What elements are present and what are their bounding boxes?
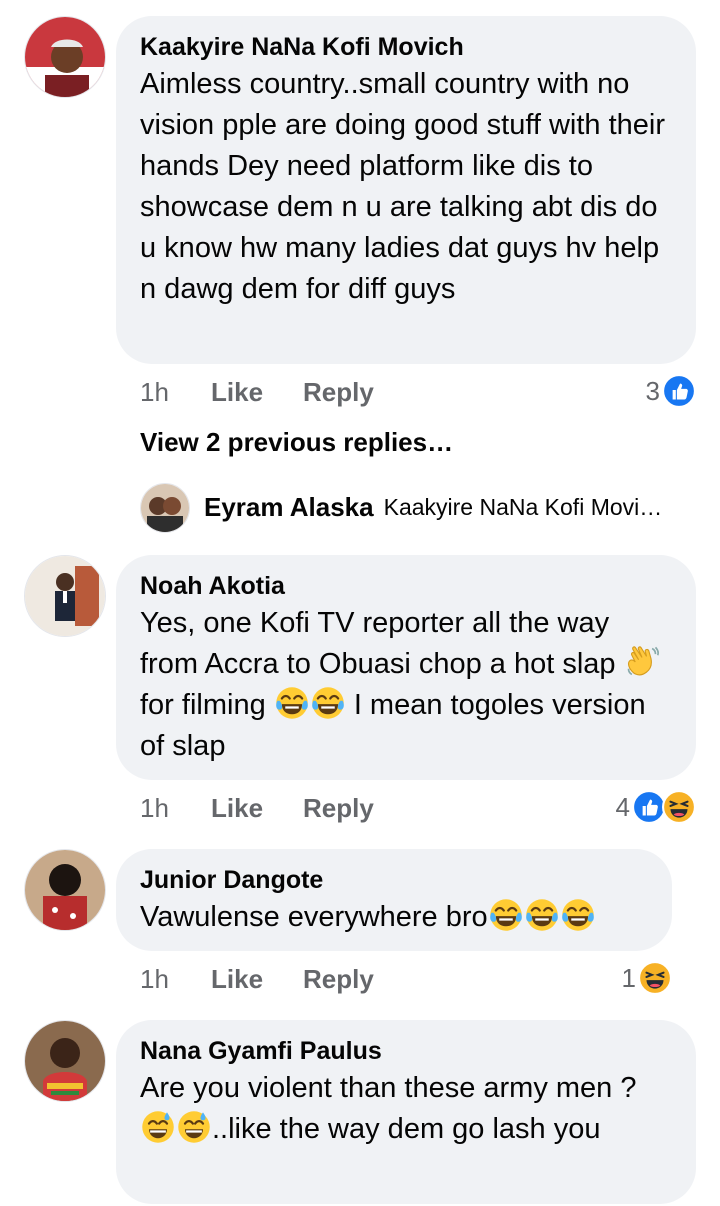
like-button[interactable]: Like — [211, 959, 263, 999]
comment-author[interactable]: Kaakyire NaNa Kofi Movich — [140, 30, 672, 64]
comment-bubble[interactable]: Junior Dangote Vawulense everywhere bro — [116, 849, 672, 951]
comment-time[interactable]: 1h — [140, 788, 169, 828]
haha-icon — [638, 961, 672, 995]
view-previous-replies-link[interactable]: View 2 previous replies… — [140, 422, 453, 462]
comment-text: Yes, one Kofi TV reporter all the way fr… — [140, 603, 672, 767]
comment-text-part: Vawulense everywhere bro — [140, 901, 488, 933]
comment-author[interactable]: Nana Gyamfi Paulus — [140, 1034, 672, 1068]
reply-button[interactable]: Reply — [303, 788, 374, 828]
avatar[interactable] — [24, 849, 106, 931]
comment-bubble[interactable]: Noah Akotia Yes, one Kofi TV reporter al… — [116, 555, 696, 780]
comment-text: Are you violent than these army men ? ..l… — [140, 1068, 672, 1150]
reaction-count: 1 — [621, 963, 636, 993]
comment-time[interactable]: 1h — [140, 959, 169, 999]
grinning-sweat-emoji — [176, 1109, 212, 1145]
comment-text: Vawulense everywhere bro — [140, 897, 648, 938]
grinning-sweat-emoji — [140, 1109, 176, 1145]
avatar[interactable] — [140, 483, 190, 533]
comment-text-part: for filming — [140, 689, 274, 721]
avatar[interactable] — [24, 16, 106, 98]
reaction-count: 4 — [615, 792, 630, 822]
haha-icon — [662, 790, 696, 824]
like-icon — [632, 790, 666, 824]
reply-snippet: Kaakyire NaNa Kofi Movi… — [383, 493, 663, 520]
comment-bubble[interactable]: Kaakyire NaNa Kofi Movich Aimless countr… — [116, 16, 696, 364]
avatar[interactable] — [24, 555, 106, 637]
comment-author[interactable]: Noah Akotia — [140, 569, 672, 603]
comment-text-part: Are you violent than these army men ? — [140, 1072, 637, 1104]
comment-actions: 1h Like Reply — [140, 372, 440, 412]
like-button[interactable]: Like — [211, 372, 263, 412]
reply-author[interactable]: Eyram Alaska — [204, 492, 374, 523]
comment-bubble[interactable]: Nana Gyamfi Paulus Are you violent than … — [116, 1020, 696, 1204]
avatar[interactable] — [24, 1020, 106, 1102]
reply-button[interactable]: Reply — [303, 959, 374, 999]
comment-text-part: ..like the way dem go lash you — [212, 1113, 601, 1145]
comment-author[interactable]: Junior Dangote — [140, 863, 648, 897]
reply-button[interactable]: Reply — [303, 372, 374, 412]
tears-of-joy-emoji — [310, 685, 346, 721]
reaction-count: 3 — [645, 376, 660, 406]
reaction-summary[interactable]: 1 — [622, 958, 672, 998]
comment-text-part: Yes, one Kofi TV reporter all the way fr… — [140, 607, 624, 680]
tears-of-joy-emoji — [560, 897, 596, 933]
tears-of-joy-emoji — [524, 897, 560, 933]
tears-of-joy-emoji — [274, 685, 310, 721]
comment-time[interactable]: 1h — [140, 372, 169, 412]
waving-hand-emoji — [624, 644, 660, 680]
reaction-summary[interactable]: 4 — [616, 787, 696, 827]
comment-actions: 1h Like Reply — [140, 788, 440, 828]
comment-text: Aimless country..small country with no v… — [140, 68, 666, 305]
tears-of-joy-emoji — [488, 897, 524, 933]
comment-actions: 1h Like Reply — [140, 959, 440, 999]
reaction-summary[interactable]: 3 — [646, 371, 696, 411]
latest-reply-preview[interactable]: Eyram Alaska Kaakyire NaNa Kofi Movi… — [140, 482, 700, 533]
like-icon — [662, 374, 696, 408]
like-button[interactable]: Like — [211, 788, 263, 828]
